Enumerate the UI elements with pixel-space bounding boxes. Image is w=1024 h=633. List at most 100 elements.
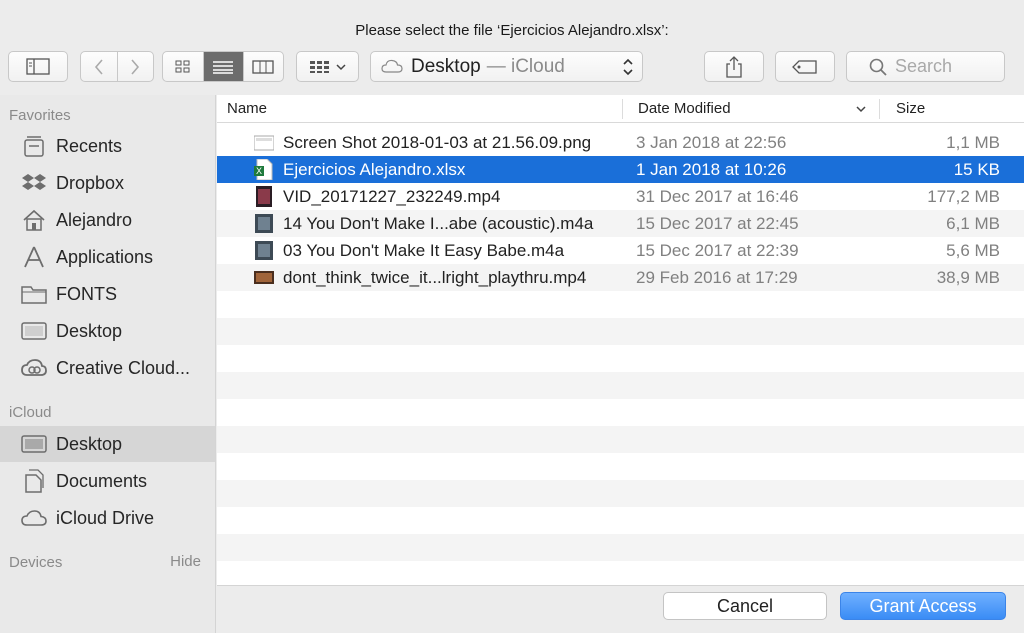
file-date: 29 Feb 2016 at 17:29 <box>636 268 798 287</box>
video-file-icon <box>256 186 272 207</box>
sidebar-item-label: iCloud Drive <box>56 507 155 528</box>
empty-row <box>217 453 1024 480</box>
empty-row <box>217 561 1024 585</box>
view-mode-control <box>162 51 284 82</box>
tag-icon <box>792 59 817 74</box>
icon-view-icon <box>175 60 190 72</box>
location-sub: — iCloud <box>486 55 565 77</box>
sidebar-item-label: Documents <box>56 470 148 491</box>
empty-row <box>217 399 1024 426</box>
file-row[interactable]: Screen Shot 2018-01-03 at 21.56.09.png 3… <box>217 129 1024 156</box>
file-list-header: Name Date Modified Size <box>217 95 1024 123</box>
documents-icon <box>20 467 48 495</box>
tags-button[interactable] <box>775 51 835 82</box>
cloud-icon <box>381 59 403 73</box>
column-view-button[interactable] <box>242 52 283 81</box>
video-file-icon <box>254 271 274 284</box>
sidebar-item-label: FONTS <box>56 283 117 304</box>
sidebar-item-label: Desktop <box>56 320 123 341</box>
share-button[interactable] <box>704 51 764 82</box>
list-view-button[interactable] <box>203 52 243 81</box>
column-view-icon <box>252 59 274 74</box>
sidebar-item-recents[interactable]: Recents <box>0 128 215 164</box>
png-file-icon <box>254 135 274 151</box>
file-size: 15 KB <box>953 160 1000 179</box>
sidebar-toggle-icon <box>26 58 50 75</box>
chevron-left-icon <box>94 58 103 75</box>
sidebar-item-label: Recents <box>56 135 123 156</box>
desktop-icon <box>20 317 48 345</box>
popup-arrows-icon <box>623 58 633 76</box>
column-divider <box>622 99 623 119</box>
sidebar-item-alejandro[interactable]: Alejandro <box>0 202 215 238</box>
empty-row <box>217 345 1024 372</box>
location-popup[interactable]: Desktop — iCloud <box>370 51 643 82</box>
sidebar-item-icloud-drive[interactable]: iCloud Drive <box>0 500 215 536</box>
sidebar-item-desktop[interactable]: Desktop <box>0 313 215 349</box>
audio-file-icon <box>255 214 273 233</box>
file-name: 14 You Don't Make I...abe (acoustic).m4a <box>283 214 594 233</box>
desktop-icon <box>20 430 48 458</box>
sidebar-item-dropbox[interactable]: Dropbox <box>0 165 215 201</box>
list-view-icon <box>213 60 234 74</box>
group-by-button[interactable] <box>296 51 359 82</box>
file-date: 15 Dec 2017 at 22:45 <box>636 214 799 233</box>
back-button[interactable] <box>81 52 117 81</box>
grant-access-button[interactable]: Grant Access <box>840 592 1006 620</box>
sidebar-toggle-button[interactable] <box>8 51 68 82</box>
sidebar-item-documents[interactable]: Documents <box>0 463 215 499</box>
sidebar-item-creative-cloud[interactable]: Creative Cloud... <box>0 350 215 386</box>
svg-text:X: X <box>256 166 262 176</box>
file-name: VID_20171227_232249.mp4 <box>283 187 501 206</box>
cloud-icon <box>20 504 48 532</box>
sidebar-item-label: Applications <box>56 246 154 267</box>
chevron-right-icon <box>131 58 140 75</box>
sidebar-item-applications[interactable]: Applications <box>0 239 215 275</box>
file-name: dont_think_twice_it...lright_playthru.mp… <box>283 268 587 287</box>
applications-icon <box>20 243 48 271</box>
file-name: Screen Shot 2018-01-03 at 21.56.09.png <box>283 133 592 152</box>
file-row[interactable]: VID_20171227_232249.mp4 31 Dec 2017 at 1… <box>217 183 1024 210</box>
icon-view-button[interactable] <box>163 52 203 81</box>
devices-hide-link[interactable]: Hide <box>170 553 201 570</box>
column-header-date-modified[interactable]: Date Modified <box>638 95 731 123</box>
forward-button[interactable] <box>116 52 153 81</box>
column-header-name[interactable]: Name <box>227 95 267 123</box>
toolbar: Desktop — iCloud Search <box>0 48 1024 88</box>
file-row[interactable]: 14 You Don't Make I...abe (acoustic).m4a… <box>217 210 1024 237</box>
column-header-size[interactable]: Size <box>896 95 925 123</box>
search-field[interactable]: Search <box>846 51 1005 82</box>
sort-chevron-icon <box>856 106 866 113</box>
file-size: 5,6 MB <box>946 241 1000 260</box>
dialog-footer: Cancel Grant Access <box>217 585 1024 633</box>
file-row[interactable]: 03 You Don't Make It Easy Babe.m4a 15 De… <box>217 237 1024 264</box>
cancel-button[interactable]: Cancel <box>663 592 827 620</box>
empty-row <box>217 372 1024 399</box>
file-row[interactable]: dont_think_twice_it...lright_playthru.mp… <box>217 264 1024 291</box>
empty-row <box>217 426 1024 453</box>
file-date: 3 Jan 2018 at 22:56 <box>636 133 787 152</box>
folder-icon <box>20 280 48 308</box>
sidebar-section-icloud: iCloud <box>9 404 52 421</box>
sidebar-item-icloud-desktop[interactable]: Desktop <box>0 426 215 462</box>
column-divider <box>879 99 880 119</box>
file-list: Name Date Modified Size Screen Shot 2018… <box>217 95 1024 585</box>
file-date: 31 Dec 2017 at 16:46 <box>636 187 799 206</box>
empty-row <box>217 534 1024 561</box>
sidebar: Favorites Recents Dropbox Alejandro Appl… <box>0 95 216 633</box>
file-date: 1 Jan 2018 at 10:26 <box>636 160 787 179</box>
file-size: 177,2 MB <box>927 187 1000 206</box>
sidebar-section-devices: Devices <box>9 554 63 571</box>
file-row-selected[interactable]: X Ejercicios Alejandro.xlsx 1 Jan 2018 a… <box>217 156 1024 183</box>
sidebar-item-label: Dropbox <box>56 172 125 193</box>
file-size: 1,1 MB <box>946 133 1000 152</box>
audio-file-icon <box>255 241 273 260</box>
sidebar-item-label: Desktop <box>56 433 123 454</box>
empty-row <box>217 318 1024 345</box>
sidebar-item-fonts[interactable]: FONTS <box>0 276 215 312</box>
dialog-title: Please select the file ‘Ejercicios Aleja… <box>355 22 669 39</box>
search-icon <box>869 58 887 76</box>
home-icon <box>20 206 48 234</box>
back-forward-control <box>80 51 154 82</box>
chevron-down-icon <box>335 63 346 70</box>
